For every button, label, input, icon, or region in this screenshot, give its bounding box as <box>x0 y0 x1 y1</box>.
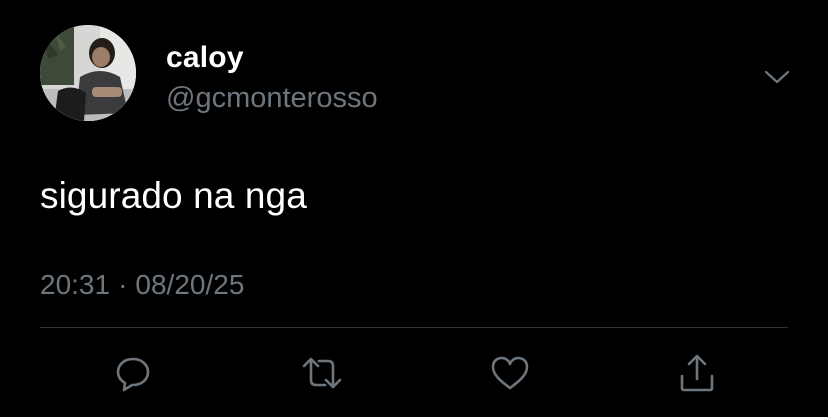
tweet-time: 20:31 <box>40 269 111 300</box>
meta-separator: · <box>118 269 128 300</box>
display-name[interactable]: caloy <box>166 40 378 76</box>
avatar-photo <box>40 25 136 121</box>
tweet-date: 08/20/25 <box>135 269 245 300</box>
share-button[interactable] <box>674 350 720 396</box>
tweet-card: caloy @gcmonterosso sigurado na nga 20:3… <box>0 0 828 417</box>
retweet-button[interactable] <box>299 350 345 396</box>
heart-icon <box>491 356 529 390</box>
user-info: caloy @gcmonterosso <box>166 40 378 117</box>
tweet-timestamp[interactable]: 20:31 · 08/20/25 <box>40 267 244 303</box>
share-icon <box>680 354 714 392</box>
retweet-icon <box>302 357 342 389</box>
like-button[interactable] <box>487 350 533 396</box>
tweet-actions <box>0 350 828 396</box>
reply-button[interactable] <box>110 350 156 396</box>
avatar[interactable] <box>40 25 136 121</box>
username-handle[interactable]: @gcmonterosso <box>166 79 378 117</box>
reply-icon <box>116 357 150 392</box>
chevron-down-icon[interactable] <box>760 62 794 92</box>
divider <box>40 327 788 328</box>
tweet-text: sigurado na nga <box>40 175 307 216</box>
